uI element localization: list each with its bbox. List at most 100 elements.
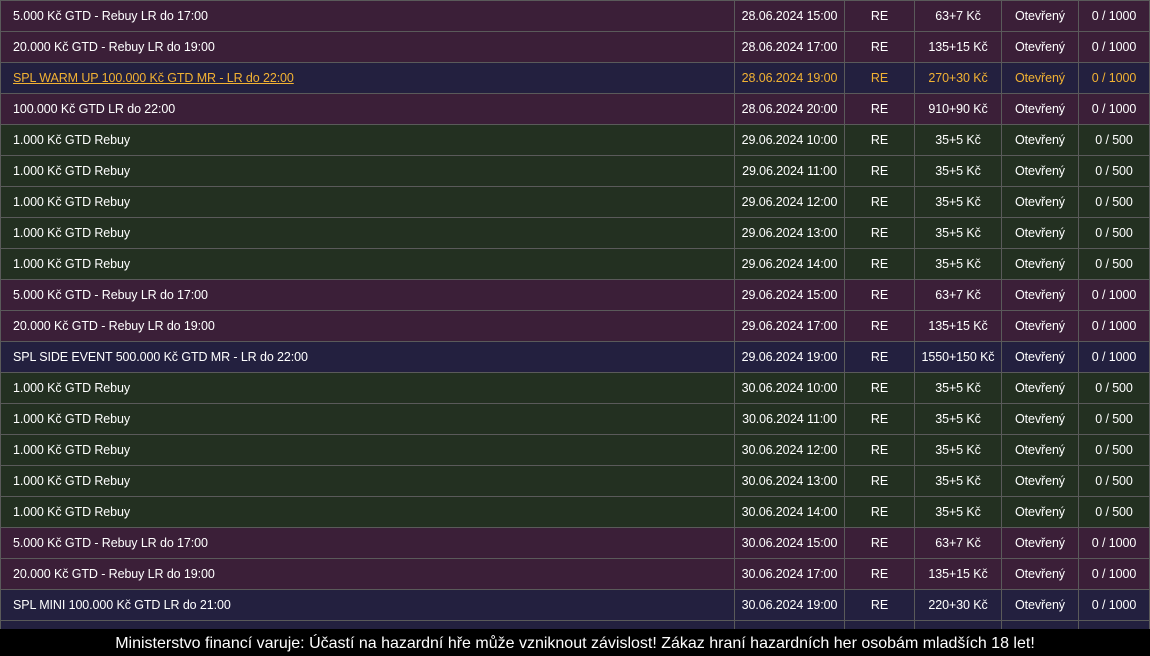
tournament-players: 0 / 1000 (1078, 341, 1150, 373)
tournament-type: RE (844, 465, 915, 497)
tournament-name[interactable]: 1.000 Kč GTD Rebuy (0, 155, 735, 187)
tournament-status: Otevřený (1001, 93, 1079, 125)
tournament-name[interactable]: SPL SIDE EVENT 500.000 Kč GTD MR - LR do… (0, 341, 735, 373)
tournament-row[interactable]: 5.000 Kč GTD - Rebuy LR do 17:00 28.06.20… (0, 0, 1150, 32)
tournament-name[interactable]: 1.000 Kč GTD Rebuy (0, 186, 735, 218)
tournament-rows: 5.000 Kč GTD - Rebuy LR do 17:00 28.06.20… (0, 0, 1150, 629)
tournament-row[interactable]: 1.000 Kč GTD Rebuy 29.06.2024 13:00 RE 35+5… (0, 217, 1150, 249)
tournament-type: RE (844, 186, 915, 218)
tournament-datetime: 29.06.2024 15:00 (734, 279, 845, 311)
tournament-name[interactable]: 1.000 Kč GTD Rebuy (0, 496, 735, 528)
tournament-row[interactable]: 1.000 Kč GTD Rebuy 29.06.2024 10:00 RE 35+5… (0, 124, 1150, 156)
tournament-table: 5.000 Kč GTD - Rebuy LR do 17:00 28.06.20… (0, 0, 1150, 629)
tournament-status: Otevřený (1001, 248, 1079, 280)
tournament-buyin: 35+5 Kč (914, 217, 1002, 249)
tournament-buyin: 135+15 Kč (914, 558, 1002, 590)
tournament-name[interactable]: SPL MINI 100.000 Kč GTD LR do 21:00 (0, 589, 735, 621)
tournament-datetime: 29.06.2024 17:00 (734, 310, 845, 342)
tournament-datetime: 30.06.2024 14:00 (734, 496, 845, 528)
tournament-status: Otevřený (1001, 620, 1079, 629)
tournament-buyin: 910+90 Kč (914, 93, 1002, 125)
tournament-players: 0 / 500 (1078, 186, 1150, 218)
tournament-players: 0 / 500 (1078, 217, 1150, 249)
tournament-datetime: 29.06.2024 19:00 (734, 341, 845, 373)
tournament-players: 0 / 500 (1078, 124, 1150, 156)
tournament-row[interactable]: 1.000 Kč GTD Rebuy 29.06.2024 11:00 RE 35+5… (0, 155, 1150, 187)
tournament-status: Otevřený (1001, 124, 1079, 156)
tournament-name[interactable]: 1.000 Kč GTD Rebuy (0, 403, 735, 435)
tournament-datetime: 30.06.2024 19:00 (734, 589, 845, 621)
tournament-name[interactable]: 20.000 Kč GTD - Rebuy LR do 19:00 (0, 310, 735, 342)
tournament-row[interactable]: 1.000 Kč GTD Rebuy 30.06.2024 11:00 RE 35+5… (0, 403, 1150, 435)
tournament-datetime: 30.06.2024 12:00 (734, 434, 845, 466)
tournament-row[interactable]: 20.000 Kč GTD - Rebuy LR do 19:00 28.06.2… (0, 31, 1150, 63)
tournament-row[interactable]: 1.000 Kč GTD Rebuy 29.06.2024 14:00 RE 35+5… (0, 248, 1150, 280)
tournament-row[interactable]: 20.000 Kč GTD - Rebuy LR do 19:00 30.06.2… (0, 558, 1150, 590)
tournament-buyin: 35+5 Kč (914, 155, 1002, 187)
tournament-players: 0 / 1000 (1078, 279, 1150, 311)
tournament-buyin: 135+15 Kč (914, 31, 1002, 63)
tournament-row[interactable]: SPL SIDE EVENT 500.000 Kč GTD MR - LR do… (0, 341, 1150, 373)
tournament-type: RE (844, 620, 915, 629)
tournament-datetime: 30.06.2024 15:00 (734, 527, 845, 559)
tournament-row[interactable]: 1.000 Kč GTD Rebuy 30.06.2024 13:00 RE 35+5… (0, 465, 1150, 497)
tournament-name[interactable]: 5.000 Kč GTD - Rebuy LR do 17:00 (0, 527, 735, 559)
tournament-status: Otevřený (1001, 403, 1079, 435)
tournament-name[interactable]: 1.000 Kč GTD Rebuy (0, 372, 735, 404)
tournament-status: Otevřený (1001, 0, 1079, 32)
tournament-name[interactable]: 5.000 Kč GTD - Rebuy LR do 17:00 (0, 279, 735, 311)
tournament-type: RE (844, 558, 915, 590)
tournament-buyin: 63+7 Kč (914, 0, 1002, 32)
tournament-name[interactable]: 1.000 Kč GTD Rebuy (0, 124, 735, 156)
tournament-name[interactable]: 20.000 Kč GTD - Rebuy LR do 19:00 (0, 558, 735, 590)
tournament-type: RE (844, 496, 915, 528)
tournament-players: 0 / 1000 (1078, 310, 1150, 342)
tournament-name[interactable]: 1.000 Kč GTD Rebuy (0, 434, 735, 466)
tournament-name[interactable]: 1.000 Kč GTD Rebuy (0, 465, 735, 497)
tournament-players: 0 / 1000 (1078, 62, 1150, 94)
tournament-status: Otevřený (1001, 527, 1079, 559)
tournament-name[interactable]: 20.000 Kč GTD - Rebuy LR do 19:00 (0, 31, 735, 63)
tournament-status: Otevřený (1001, 217, 1079, 249)
tournament-players: 0 / 500 (1078, 434, 1150, 466)
tournament-row[interactable]: 1.000 Kč GTD Rebuy 30.06.2024 10:00 RE 35+5… (0, 372, 1150, 404)
tournament-name[interactable]: SPL WARM UP 100.000 Kč GTD MR - LR do 22… (0, 62, 735, 94)
tournament-type: RE (844, 155, 915, 187)
tournament-datetime: 29.06.2024 14:00 (734, 248, 845, 280)
tournament-row[interactable]: 1.000 Kč GTD Rebuy 29.06.2024 12:00 RE 35+5… (0, 186, 1150, 218)
tournament-status: Otevřený (1001, 558, 1079, 590)
tournament-name[interactable]: 1.000 Kč GTD Rebuy (0, 248, 735, 280)
tournament-players: 0 / 500 (1078, 155, 1150, 187)
tournament-buyin: 270+30 Kč (914, 62, 1002, 94)
tournament-status: Otevřený (1001, 310, 1079, 342)
tournament-buyin: 35+5 Kč (914, 124, 1002, 156)
tournament-row[interactable]: SPL WARM UP 100.000 Kč GTD MR - LR do 22… (0, 62, 1150, 94)
tournament-datetime: 28.06.2024 15:00 (734, 0, 845, 32)
tournament-buyin: 35+5 Kč (914, 434, 1002, 466)
tournament-buyin: 35+5 Kč (914, 248, 1002, 280)
tournament-row[interactable]: 20.000 Kč GTD - Rebuy LR do 19:00 29.06.2… (0, 310, 1150, 342)
tournament-row[interactable]: 5.000 Kč GTD - Rebuy LR do 17:00 29.06.20… (0, 279, 1150, 311)
tournament-type: RE (844, 62, 915, 94)
tournament-players: 0 / 500 (1078, 372, 1150, 404)
tournament-datetime: 28.06.2024 17:00 (734, 31, 845, 63)
tournament-datetime: 29.06.2024 11:00 (734, 155, 845, 187)
tournament-name[interactable]: 100.000 Kč GTD LR do 22:00 (0, 93, 735, 125)
tournament-row[interactable]: 1.000 Kč GTD Rebuy 30.06.2024 14:00 RE 35+5… (0, 496, 1150, 528)
tournament-datetime: 28.06.2024 19:00 (734, 62, 845, 94)
tournament-row[interactable]: SPL MAJOR 700.000 Kč GTD MR - LR do 22:0… (0, 620, 1150, 629)
tournament-name[interactable]: 5.000 Kč GTD - Rebuy LR do 17:00 (0, 0, 735, 32)
tournament-status: Otevřený (1001, 341, 1079, 373)
tournament-players: 0 / 1000 (1078, 0, 1150, 32)
tournament-name[interactable]: SPL MAJOR 700.000 Kč GTD MR - LR do 22:0… (0, 620, 735, 629)
tournament-row[interactable]: 100.000 Kč GTD LR do 22:00 28.06.2024 20:… (0, 93, 1150, 125)
tournament-datetime: 30.06.2024 13:00 (734, 465, 845, 497)
tournament-players: 0 / 1000 (1078, 31, 1150, 63)
tournament-buyin: 35+5 Kč (914, 496, 1002, 528)
tournament-name[interactable]: 1.000 Kč GTD Rebuy (0, 217, 735, 249)
tournament-row[interactable]: SPL MINI 100.000 Kč GTD LR do 21:00 30.06… (0, 589, 1150, 621)
tournament-row[interactable]: 5.000 Kč GTD - Rebuy LR do 17:00 30.06.20… (0, 527, 1150, 559)
tournament-row[interactable]: 1.000 Kč GTD Rebuy 30.06.2024 12:00 RE 35+5… (0, 434, 1150, 466)
tournament-type: RE (844, 527, 915, 559)
tournament-players: 0 / 1000 (1078, 589, 1150, 621)
